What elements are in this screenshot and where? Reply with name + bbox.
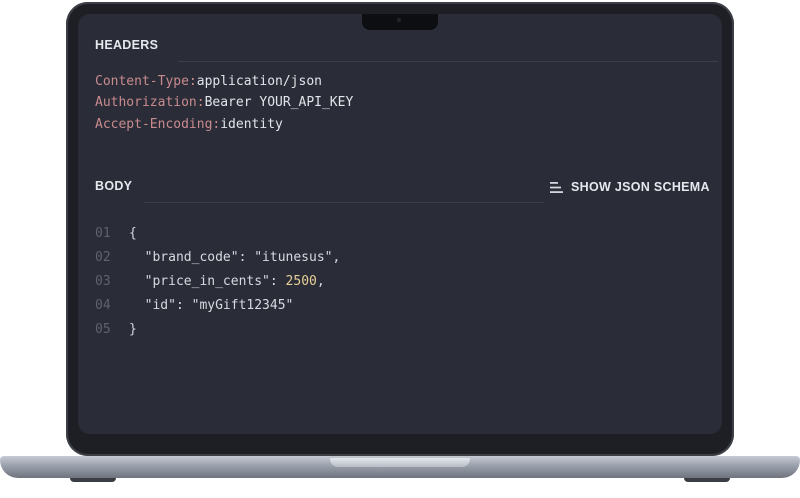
code-line: 04 "id": "myGift12345"	[95, 298, 293, 318]
line-number: 04	[95, 298, 111, 313]
header-line-accept-encoding: Accept-Encoding:identity	[95, 117, 283, 132]
code-line: 03 "price_in_cents": 2500,	[95, 274, 325, 294]
laptop-base-opening	[330, 458, 470, 467]
code-line: 05}	[95, 322, 137, 342]
show-json-schema-label: SHOW JSON SCHEMA	[571, 180, 710, 194]
code-text: "id": "myGift12345"	[129, 298, 294, 313]
header-value: identity	[220, 117, 283, 132]
laptop-foot-right	[684, 478, 730, 482]
body-section-title: BODY	[95, 179, 133, 193]
number-literal: 2500	[285, 274, 317, 289]
laptop-foot-left	[70, 478, 116, 482]
line-number: 01	[95, 226, 111, 241]
line-number: 02	[95, 250, 111, 265]
header-value: Bearer YOUR_API_KEY	[204, 95, 354, 110]
camera-notch	[362, 14, 438, 30]
code-line: 01 {	[95, 226, 137, 246]
list-icon	[550, 181, 563, 193]
line-number: 05	[95, 322, 111, 337]
code-text: "brand_code": "itunesus",	[129, 250, 341, 265]
code-line: 02 "brand_code": "itunesus",	[95, 250, 340, 270]
header-line-content-type: Content-Type:application/json	[95, 74, 322, 89]
show-json-schema-button[interactable]: SHOW JSON SCHEMA	[550, 178, 710, 196]
line-number: 03	[95, 274, 111, 289]
header-key: Content-Type:	[95, 74, 197, 89]
header-value: application/json	[196, 74, 322, 89]
header-line-authorization: Authorization:Bearer YOUR_API_KEY	[95, 95, 353, 110]
code-text: "price_in_cents": 2500,	[129, 274, 325, 289]
headers-divider	[178, 61, 718, 62]
header-key: Authorization:	[95, 95, 205, 110]
laptop-screen: HEADERS Content-Type:application/json Au…	[78, 14, 722, 434]
code-text: {	[129, 226, 137, 241]
body-divider	[144, 202, 544, 203]
code-text: }	[129, 322, 137, 337]
header-key: Accept-Encoding:	[95, 117, 221, 132]
camera-icon	[397, 18, 401, 22]
headers-section-title: HEADERS	[95, 38, 159, 52]
